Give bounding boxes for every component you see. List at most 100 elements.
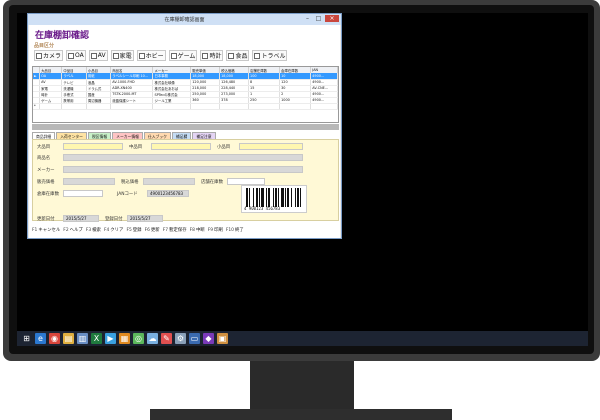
close-icon[interactable]: × — [325, 15, 339, 22]
checkbox-icon[interactable] — [202, 52, 209, 59]
checkbox-icon[interactable] — [36, 52, 42, 59]
category-checkbox[interactable]: 食品 — [226, 50, 250, 61]
inventory-grid[interactable]: 大品目 中品目 小品目 商品名 メーカー 販売単価 税込価格 店舗在庫数 倉庫在庫数 JAN ► O… — [32, 66, 339, 123]
chrome-icon[interactable]: ◉ — [49, 333, 60, 344]
monitor-base — [150, 409, 452, 420]
paint-icon[interactable]: ✎ — [161, 333, 172, 344]
detail-tab[interactable]: 税区情報 — [87, 132, 112, 139]
function-key-label: クリア — [110, 228, 124, 233]
function-key-button[interactable]: F4 クリア — [104, 227, 124, 234]
checkbox-icon[interactable] — [90, 52, 97, 59]
barcode-bar — [273, 188, 274, 207]
function-key-button[interactable]: F1 キャンセル — [32, 227, 60, 234]
category-checkbox[interactable]: ホビー — [136, 50, 166, 61]
jan-code-field[interactable]: 4900123456783 — [147, 190, 189, 197]
function-key-name: F8 — [189, 227, 195, 233]
table-cell[interactable] — [190, 103, 221, 110]
maker-field[interactable] — [63, 166, 303, 173]
minimize-icon[interactable]: – — [303, 15, 312, 22]
chart-icon[interactable]: ▦ — [119, 333, 130, 344]
function-key-button[interactable]: F2 ヘルプ — [63, 227, 83, 234]
table-cell[interactable] — [152, 103, 192, 110]
table-cell[interactable] — [310, 103, 338, 110]
table-cell[interactable]: ラベルシール印刷 10... — [110, 73, 154, 80]
excel-icon[interactable]: X — [91, 333, 102, 344]
barcode-bar — [249, 188, 250, 207]
detail-tab[interactable]: 商品詳細 — [32, 132, 56, 139]
detail-tab[interactable]: 補足欄 — [171, 132, 192, 139]
grid-scrollbar[interactable] — [32, 124, 339, 130]
barcode-bar — [281, 188, 284, 207]
category-checkbox[interactable]: トラベル — [252, 50, 288, 61]
table-row[interactable]: * — [33, 103, 338, 110]
barcode-bar — [275, 188, 277, 207]
visual-studio-icon[interactable]: ◆ — [203, 333, 214, 344]
table-cell[interactable] — [39, 103, 63, 110]
table-cell[interactable]: * — [33, 103, 41, 110]
table-cell[interactable] — [248, 103, 281, 110]
checkbox-icon[interactable] — [228, 52, 235, 59]
category-label-text: AV — [97, 52, 106, 59]
windows-start-icon[interactable]: ⊞ — [21, 333, 32, 344]
category-label-text: ホビー — [145, 53, 164, 60]
settings-icon[interactable]: ⚙ — [175, 333, 186, 344]
small-category-label: 小品目 — [217, 145, 231, 150]
warehouse-stock-field[interactable] — [63, 190, 103, 197]
document-icon[interactable]: ▥ — [77, 333, 88, 344]
window-icon[interactable]: ▭ — [189, 333, 200, 344]
cloud-icon[interactable]: ☁ — [147, 333, 158, 344]
category-label-text: 時計 — [209, 53, 222, 60]
detail-tab[interactable]: 仕入ブック — [143, 132, 171, 139]
category-checkbox[interactable]: OA — [66, 50, 86, 61]
checkbox-icon[interactable] — [170, 52, 177, 59]
table-cell[interactable] — [219, 103, 250, 110]
updated-date-field[interactable]: 2015/5/27 — [63, 215, 99, 222]
category-checkbox[interactable]: ゲーム — [168, 50, 198, 61]
folder-icon[interactable]: ▤ — [63, 333, 74, 344]
network-icon[interactable]: ◎ — [133, 333, 144, 344]
detail-tab[interactable]: 入荷センター — [56, 132, 87, 139]
registered-date-field[interactable]: 2015/5/27 — [127, 215, 163, 222]
function-key-button[interactable]: F6 更新 — [145, 227, 160, 234]
function-key-toolbar: F1 キャンセル F2 ヘルプ F3 検索 F4 クリア F5 登録 F6 更新 F7 暫定保存 F8 中断 F… — [32, 225, 339, 235]
barcode-bar — [287, 188, 289, 207]
product-name-field[interactable] — [63, 154, 303, 161]
maximize-icon[interactable]: □ — [314, 15, 323, 22]
price-field[interactable] — [63, 178, 115, 185]
checkbox-icon[interactable] — [254, 52, 261, 59]
function-key-label: 更新 — [150, 228, 160, 233]
ie-icon[interactable]: e — [35, 333, 46, 344]
category-checkbox[interactable]: カメラ — [34, 50, 64, 61]
table-cell[interactable] — [86, 103, 112, 110]
function-key-button[interactable]: F3 検索 — [86, 227, 101, 234]
function-key-label: 登録 — [132, 228, 142, 233]
small-category-field[interactable] — [239, 143, 303, 150]
app-icon[interactable]: ▣ — [217, 333, 228, 344]
tax-price-field[interactable] — [143, 178, 195, 185]
table-cell[interactable] — [61, 103, 87, 110]
function-key-button[interactable]: F10 終了 — [226, 227, 244, 234]
table-cell[interactable] — [110, 103, 154, 110]
large-category-field[interactable] — [63, 143, 123, 150]
barcode-bars — [246, 188, 301, 207]
media-icon[interactable]: ▶ — [105, 333, 116, 344]
category-checkbox[interactable]: AV — [88, 50, 108, 61]
function-key-button[interactable]: F8 中断 — [189, 227, 205, 234]
medium-category-field[interactable] — [151, 143, 211, 150]
checkbox-icon[interactable] — [138, 52, 145, 59]
checkbox-icon[interactable] — [68, 52, 75, 59]
function-key-button[interactable]: F5 登録 — [126, 227, 142, 234]
function-key-button[interactable]: F9 印刷 — [208, 227, 223, 234]
title-bar[interactable]: 在庫棚卸確認画面 – □ × — [28, 14, 341, 25]
store-stock-field[interactable] — [227, 178, 265, 185]
function-key-name: F2 — [63, 227, 69, 233]
category-label-text: カメラ — [43, 53, 62, 60]
table-cell[interactable] — [279, 103, 312, 110]
category-checkbox[interactable]: 時計 — [200, 50, 224, 61]
category-checkbox[interactable]: 家電 — [110, 50, 134, 61]
detail-tab[interactable]: 補足注意 — [192, 132, 216, 139]
checkbox-icon[interactable] — [112, 52, 119, 59]
detail-tab[interactable]: メーカー情報 — [112, 132, 143, 139]
function-key-label: 印刷 — [214, 228, 223, 233]
function-key-button[interactable]: F7 暫定保存 — [163, 227, 187, 234]
